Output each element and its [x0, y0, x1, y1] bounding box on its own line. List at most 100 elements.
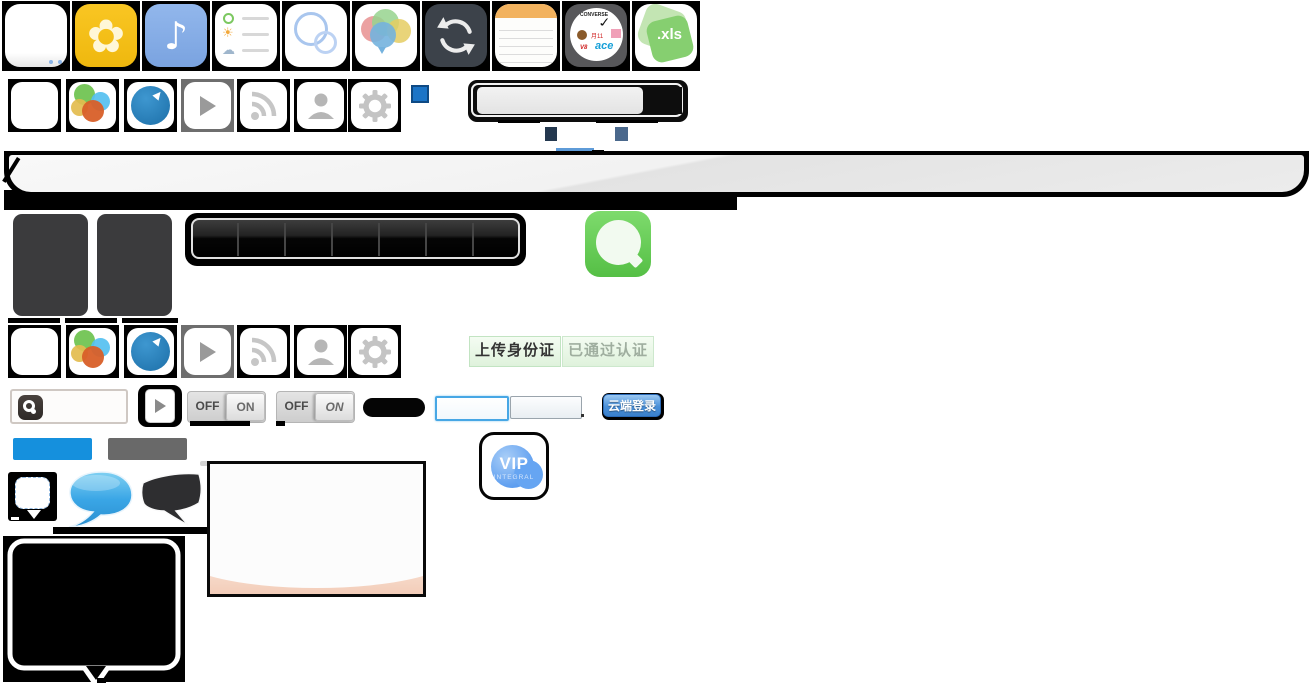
- app-icon-tile: ♪: [142, 1, 210, 71]
- circles-app-icon[interactable]: [285, 4, 347, 67]
- notes-lines: [499, 23, 553, 63]
- blue-globe-icon[interactable]: [127, 328, 174, 375]
- search-input-small[interactable]: [10, 389, 128, 424]
- app-icon-tile: [352, 1, 420, 71]
- blue-globe-icon[interactable]: [127, 82, 174, 129]
- upload-id-button[interactable]: 上传身份证: [469, 336, 561, 367]
- notes-app-icon[interactable]: [495, 4, 557, 67]
- vip-subtitle: INTEGRAL: [490, 474, 538, 481]
- color-circles-icon[interactable]: [69, 328, 116, 375]
- sprite-fragment: [581, 414, 584, 417]
- search-button[interactable]: [646, 87, 682, 114]
- toggle-switch[interactable]: OFF ON: [187, 391, 266, 423]
- user-icon-button[interactable]: [297, 328, 344, 375]
- person-icon: [305, 336, 337, 368]
- sprite-fragment: [498, 120, 540, 123]
- white-speech-bubble[interactable]: [15, 477, 50, 509]
- search-input[interactable]: [477, 87, 643, 114]
- small-icon-tile: [66, 325, 119, 378]
- messages-app-icon[interactable]: [585, 211, 651, 277]
- app-icon-tile: [422, 1, 490, 71]
- play-icon: [200, 96, 216, 116]
- verified-badge: 已通过认证: [562, 336, 654, 367]
- play-icon-button[interactable]: [184, 328, 231, 375]
- toggle-knob: ON: [315, 393, 354, 421]
- vip-integral-icon[interactable]: VIP INTEGRAL: [479, 432, 549, 500]
- dot-decoration: [49, 60, 53, 64]
- panel-curve: [207, 518, 426, 588]
- app-icon-tile: [492, 1, 560, 71]
- gear-icon: [358, 335, 392, 369]
- color-circles-icon[interactable]: [69, 82, 116, 129]
- blank-small-icon[interactable]: [11, 82, 58, 129]
- segmented-toolbar-backing: [185, 213, 526, 266]
- gear-icon: [358, 89, 392, 123]
- app-icon-tile: ☀ ☁: [212, 1, 280, 71]
- green-ring-icon: [223, 13, 234, 24]
- settings-icon-button[interactable]: [351, 328, 398, 375]
- magnifier-handle: [31, 409, 36, 414]
- flower-app-icon[interactable]: ✿: [75, 4, 137, 67]
- segmented-toolbar[interactable]: [191, 218, 520, 259]
- bubble-tail: [378, 47, 386, 54]
- brand-ace-label: ace: [595, 40, 613, 52]
- music-app-icon[interactable]: ♪: [145, 4, 207, 67]
- play-icon: [155, 399, 166, 413]
- card-shadow: [65, 318, 117, 323]
- small-icon-tile: [348, 325, 401, 378]
- dark-comic-bubble[interactable]: [136, 470, 206, 528]
- play-icon-button[interactable]: [184, 82, 231, 129]
- xls-app-icon[interactable]: .xls: [635, 4, 697, 67]
- orange-circle: [82, 100, 104, 122]
- blue-line-fragment: [556, 148, 594, 151]
- rss-icon: [248, 90, 280, 122]
- small-icon-tile: [237, 79, 290, 132]
- rss-icon-button[interactable]: [240, 328, 287, 375]
- blue-ball: [131, 86, 170, 125]
- cloud-login-button[interactable]: 云端登录: [603, 394, 661, 417]
- sprite-fragment: [596, 120, 658, 123]
- play-button-tile: [138, 385, 182, 427]
- segment-divider: [378, 223, 380, 256]
- play-button[interactable]: [145, 389, 175, 423]
- rss-icon-button[interactable]: [240, 82, 287, 129]
- toggle-knob: ON: [226, 393, 265, 421]
- blue-bubble-icon: [370, 22, 396, 48]
- list-line: [242, 33, 269, 36]
- toggle-switch[interactable]: OFF ON: [276, 391, 355, 423]
- blank-small-icon[interactable]: [11, 328, 58, 375]
- small-icon-tile: [8, 79, 61, 132]
- settings-icon-button[interactable]: [351, 82, 398, 129]
- text-input-focused[interactable]: [435, 396, 509, 421]
- user-icon-button[interactable]: [297, 82, 344, 129]
- vip-label: VIP: [494, 454, 534, 474]
- blank-app-icon[interactable]: [5, 4, 67, 67]
- text-input[interactable]: [510, 396, 582, 419]
- sprite-fragment: [592, 150, 604, 153]
- blue-comic-bubble[interactable]: [66, 470, 136, 530]
- brand-v8-label: V8: [580, 45, 587, 51]
- dark-card: [13, 214, 88, 316]
- sprite-fragment: [53, 527, 216, 534]
- small-icon-tile: [237, 325, 290, 378]
- sprite-fragment: [537, 211, 549, 215]
- sprite-fragment-slate: [615, 127, 628, 141]
- blue-ball: [131, 332, 170, 371]
- list-app-icon[interactable]: ☀ ☁: [215, 4, 277, 67]
- app-icon-tile: .xls: [632, 1, 700, 71]
- gray-flat-button[interactable]: [108, 438, 187, 460]
- brands-app-icon[interactable]: CONVERSE ✓ 月11 V8 ace: [565, 4, 627, 67]
- brand-pink-logo: [611, 29, 621, 38]
- black-pill: [363, 398, 425, 417]
- chat-cluster-app-icon[interactable]: [355, 4, 417, 67]
- app-icon-tile: [2, 1, 70, 71]
- toggle-off-label: OFF: [188, 392, 227, 420]
- music-note-icon: ♪: [164, 14, 188, 58]
- blue-flat-button[interactable]: [13, 438, 92, 460]
- search-bar: [468, 80, 688, 122]
- list-line: [242, 49, 269, 52]
- segment-divider: [331, 223, 333, 256]
- sync-app-icon[interactable]: [425, 4, 487, 67]
- flower-icon: ✿: [87, 9, 126, 63]
- menu-bar-shadow-strip: [4, 190, 737, 210]
